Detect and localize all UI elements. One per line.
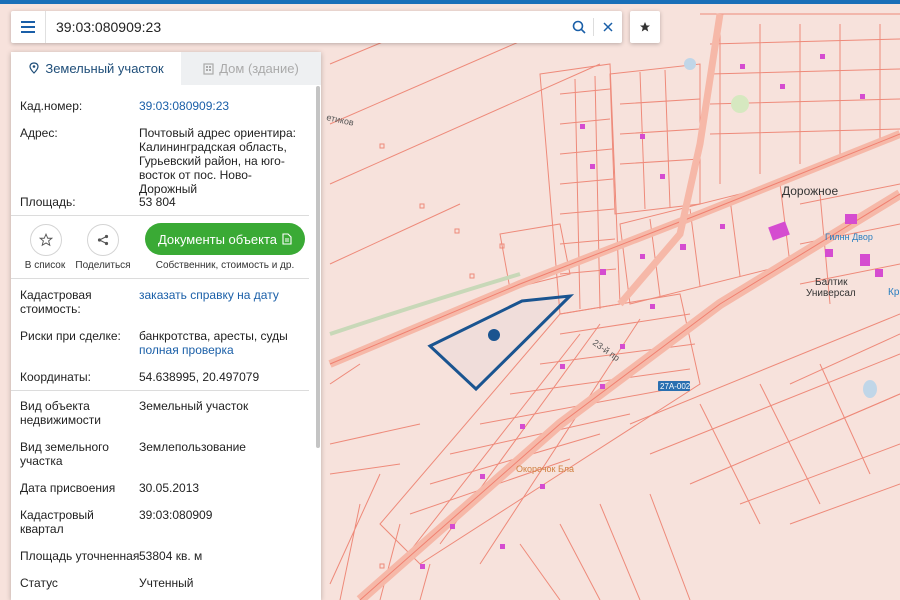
panel-scrollbar[interactable] [316, 86, 320, 448]
cadastral-quarter-label: Кадастровый квартал [20, 508, 94, 536]
refined-area-value: 53804 кв. м [139, 549, 203, 563]
coordinates-value: 54.638995, 20.497079 [139, 370, 260, 384]
map-label-baltik: Балтик [815, 277, 848, 288]
add-to-list-button[interactable] [30, 224, 62, 256]
search-input[interactable] [46, 19, 565, 35]
svg-text:27А-002: 27А-002 [660, 382, 691, 391]
area-label: Площадь: [20, 195, 76, 209]
full-check-link[interactable]: полная проверка [139, 343, 309, 357]
address-value: Почтовый адрес ориентира: Калининградска… [139, 126, 296, 196]
map-label-dvor: Гилнн Двор [825, 232, 873, 242]
share-button[interactable] [87, 224, 119, 256]
tab-house-label: Дом (здание) [219, 61, 299, 76]
coordinates-label: Координаты: [20, 370, 91, 384]
share-label: Поделиться [75, 260, 131, 271]
cad-number-label: Кад.номер: [20, 99, 83, 113]
star-outline-icon [39, 233, 53, 247]
documents-subtitle: Собственник, стоимость и др. [155, 260, 295, 271]
search-bar [11, 11, 622, 43]
object-type-value: Земельный участок [139, 399, 249, 413]
status-label: Статус [20, 576, 58, 590]
deal-risks-value: банкротства, аресты, суды [139, 329, 288, 343]
documents-button[interactable]: Документы объекта [145, 223, 305, 255]
deal-risks-label: Риски при сделке: [20, 329, 121, 343]
cadastral-cost-label: Кадастровая стоимость: [20, 288, 92, 316]
map-label-dorozhnoe: Дорожное [782, 184, 838, 198]
close-icon [603, 22, 613, 32]
refined-area-label: Площадь уточненная [20, 549, 140, 563]
search-icon [572, 20, 586, 34]
land-type-label: Вид земельного участка [20, 440, 109, 468]
map-label-shop: Окорочок Бла [516, 464, 574, 474]
add-to-list-label: В список [24, 260, 66, 271]
tab-bar: Земельный участок Дом (здание) [11, 52, 321, 85]
area-value: 53 804 [139, 195, 176, 209]
documents-button-label: Документы объекта [157, 231, 278, 247]
menu-icon [21, 21, 35, 33]
divider [11, 215, 309, 216]
location-pin-icon [29, 62, 39, 74]
road-number-badge: 27А-002 [658, 381, 691, 391]
tab-house[interactable]: Дом (здание) [181, 52, 321, 85]
clear-button[interactable] [594, 11, 622, 43]
share-icon [97, 234, 109, 246]
map-label-universal: Универсал [806, 288, 856, 299]
star-icon [640, 22, 650, 32]
object-type-label: Вид объекта недвижимости [20, 399, 101, 427]
divider [11, 278, 309, 279]
assignment-date-label: Дата присвоения [20, 481, 116, 495]
info-panel: Земельный участок Дом (здание) Кад.номер… [11, 52, 321, 600]
cad-number-value[interactable]: 39:03:080909:23 [139, 99, 309, 113]
building-icon [203, 62, 214, 75]
divider [11, 390, 309, 391]
map-label-kr: Кр [888, 287, 900, 298]
address-label: Адрес: [20, 126, 58, 140]
cadastral-quarter-value: 39:03:080909 [139, 508, 213, 522]
selected-plot-marker[interactable] [488, 329, 500, 341]
document-icon [282, 233, 292, 245]
assignment-date-value: 30.05.2013 [139, 481, 200, 495]
status-value: Учтенный [139, 576, 194, 590]
search-button[interactable] [565, 11, 593, 43]
menu-button[interactable] [11, 11, 46, 43]
land-type-value: Землепользование [139, 440, 246, 454]
tab-land-plot-label: Земельный участок [45, 61, 164, 76]
cadastral-cost-link[interactable]: заказать справку на дату [139, 288, 309, 302]
tab-land-plot[interactable]: Земельный участок [11, 52, 181, 85]
favorite-button[interactable] [630, 11, 660, 43]
